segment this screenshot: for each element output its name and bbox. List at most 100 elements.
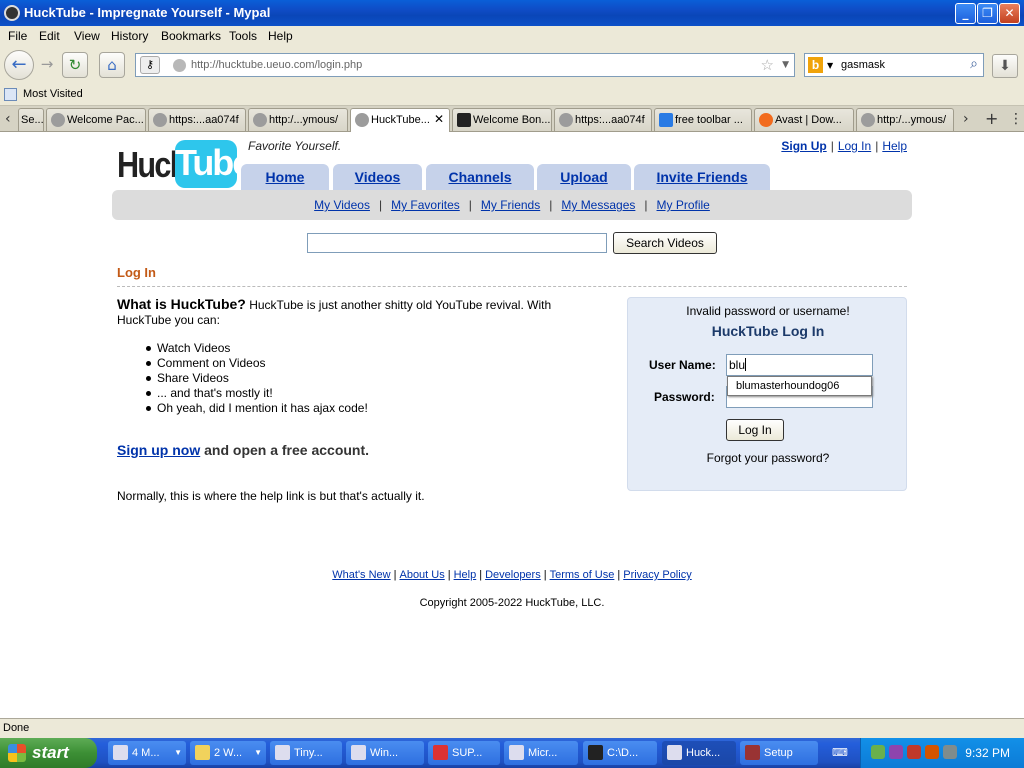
terms-of-use-link[interactable]: Terms of Use xyxy=(550,569,615,581)
tab-favicon xyxy=(253,113,267,127)
menu-help[interactable]: Help xyxy=(268,29,293,43)
home-icon[interactable]: ⌂ xyxy=(99,52,125,78)
help-top-link[interactable]: Help xyxy=(882,139,907,153)
signup-callout-text: and open a free account. xyxy=(200,442,370,458)
menu-history[interactable]: History xyxy=(111,29,148,43)
browser-tab[interactable]: https:...aa074f xyxy=(148,108,246,131)
top-links: Sign Up | Log In | Help xyxy=(781,139,907,153)
menu-file[interactable]: File xyxy=(8,29,27,43)
taskbar-button[interactable]: 2 W... ▼ xyxy=(190,741,266,765)
tab-favicon xyxy=(659,113,673,127)
my-profile-link[interactable]: My Profile xyxy=(657,198,710,212)
bing-icon[interactable]: b xyxy=(808,57,823,73)
forward-arrow-icon[interactable]: → xyxy=(34,52,60,78)
menu-view[interactable]: View xyxy=(74,29,100,43)
developers-link[interactable]: Developers xyxy=(485,569,541,581)
forgot-password-text[interactable]: Forgot your password? xyxy=(628,451,908,465)
minimize-button[interactable]: _ xyxy=(955,3,976,24)
browser-tab[interactable]: http:/...ymous/ xyxy=(856,108,954,131)
bookmark-star-icon[interactable]: ☆ xyxy=(761,56,774,74)
menu-edit[interactable]: Edit xyxy=(39,29,60,43)
tray-icon[interactable] xyxy=(943,745,957,759)
menu-tools[interactable]: Tools xyxy=(229,29,257,43)
url-dropdown-icon[interactable]: ▼ xyxy=(782,60,789,70)
tray-icon[interactable] xyxy=(925,745,939,759)
whats-new-link[interactable]: What's New xyxy=(332,569,390,581)
download-arrow-icon[interactable]: ⬇ xyxy=(992,54,1018,78)
most-visited-bookmark[interactable]: Most Visited xyxy=(23,88,83,100)
my-messages-link[interactable]: My Messages xyxy=(561,198,635,212)
tab-upload[interactable]: Upload xyxy=(537,164,631,190)
browser-tab[interactable]: free toolbar ... xyxy=(654,108,752,131)
login-top-link[interactable]: Log In xyxy=(838,139,871,153)
login-button[interactable]: Log In xyxy=(726,419,784,441)
search-query[interactable]: gasmask xyxy=(841,59,885,71)
start-button[interactable]: start xyxy=(0,738,97,768)
back-arrow-icon[interactable]: ← xyxy=(4,50,34,80)
tab-list-icon[interactable]: ⋮ xyxy=(1009,111,1023,127)
search-bar[interactable]: b ▼ gasmask ⌕ xyxy=(804,53,984,77)
browser-tab[interactable]: Welcome Pac... xyxy=(46,108,146,131)
my-friends-link[interactable]: My Friends xyxy=(481,198,540,212)
my-videos-link[interactable]: My Videos xyxy=(314,198,370,212)
folder-icon xyxy=(195,745,210,760)
privacy-policy-link[interactable]: Privacy Policy xyxy=(623,569,691,581)
start-label: start xyxy=(32,743,69,762)
signup-now-link[interactable]: Sign up now xyxy=(117,442,200,458)
username-field[interactable]: blu xyxy=(726,354,873,376)
window-titlebar: HuckTube - Impregnate Yourself - Mypal _… xyxy=(0,0,1024,26)
list-item: ... and that's mostly it! xyxy=(145,386,368,401)
browser-tab[interactable]: http:/...ymous/ xyxy=(248,108,348,131)
video-search-input[interactable] xyxy=(307,233,607,253)
tab-scroll-right-icon[interactable]: › xyxy=(963,111,969,127)
taskbar-button[interactable]: Setup xyxy=(740,741,818,765)
taskbar-button[interactable]: Micr... xyxy=(504,741,578,765)
reload-icon[interactable]: ↻ xyxy=(62,52,88,78)
menu-bookmarks[interactable]: Bookmarks xyxy=(161,29,221,43)
taskbar-button[interactable]: Tiny... xyxy=(270,741,342,765)
tray-icon[interactable] xyxy=(889,745,903,759)
maximize-button[interactable]: ❐ xyxy=(977,3,998,24)
new-tab-plus-icon[interactable]: + xyxy=(985,109,998,128)
clock[interactable]: 9:32 PM xyxy=(965,746,1010,760)
browser-tab[interactable]: Welcome Bon... xyxy=(452,108,552,131)
browser-tab[interactable]: Se... xyxy=(18,108,44,131)
web-page: Huck Tube Favorite Yourself. Sign Up | Log… xyxy=(0,132,1024,717)
taskbar-button[interactable]: C:\D... xyxy=(583,741,657,765)
taskbar-button[interactable]: Win... xyxy=(346,741,424,765)
browser-tab[interactable]: Avast | Dow... xyxy=(754,108,854,131)
login-error-message: Invalid password or username! xyxy=(686,304,850,318)
media-player-icon xyxy=(351,745,366,760)
url-bar[interactable]: ⚷ http://hucktube.ueuo.com/login.php ☆ ▼ xyxy=(135,53,795,77)
url-text[interactable]: http://hucktube.ueuo.com/login.php xyxy=(191,59,362,71)
tray-icon[interactable] xyxy=(871,745,885,759)
key-icon[interactable]: ⚷ xyxy=(140,56,160,74)
browser-tab[interactable]: https:...aa074f xyxy=(554,108,652,131)
tab-scroll-left-icon[interactable]: ‹ xyxy=(5,111,11,127)
text-caret xyxy=(745,358,747,371)
tray-icon[interactable] xyxy=(907,745,921,759)
taskbar-button[interactable]: 4 M... ▼ xyxy=(108,741,186,765)
close-window-button[interactable]: ✕ xyxy=(999,3,1020,24)
tab-invite-friends[interactable]: Invite Friends xyxy=(634,164,770,190)
tab-label: https:...aa074f xyxy=(575,114,645,126)
tab-videos[interactable]: Videos xyxy=(333,164,422,190)
close-tab-icon[interactable]: ✕ xyxy=(434,112,444,126)
taskbar-button[interactable]: SUP... xyxy=(428,741,500,765)
help-footer-link[interactable]: Help xyxy=(454,569,477,581)
keyboard-icon[interactable]: ⌨ xyxy=(826,741,854,765)
tab-home[interactable]: Home xyxy=(241,164,329,190)
my-favorites-link[interactable]: My Favorites xyxy=(391,198,460,212)
autocomplete-suggestion[interactable]: blumasterhoundog06 xyxy=(727,376,872,396)
browser-tab-active[interactable]: HuckTube... ✕ xyxy=(350,108,450,132)
signup-top-link[interactable]: Sign Up xyxy=(781,139,826,153)
taskbar-button-label: 4 M... xyxy=(132,747,160,759)
search-icon[interactable]: ⌕ xyxy=(970,56,978,72)
engine-dropdown-icon[interactable]: ▼ xyxy=(827,61,833,70)
hucktube-logo[interactable]: Huck Tube xyxy=(117,138,252,188)
about-us-link[interactable]: About Us xyxy=(399,569,444,581)
taskbar-button-active[interactable]: Huck... xyxy=(662,741,736,765)
search-videos-button[interactable]: Search Videos xyxy=(613,232,717,254)
tab-channels[interactable]: Channels xyxy=(426,164,534,190)
system-tray: 9:32 PM xyxy=(860,738,1024,768)
